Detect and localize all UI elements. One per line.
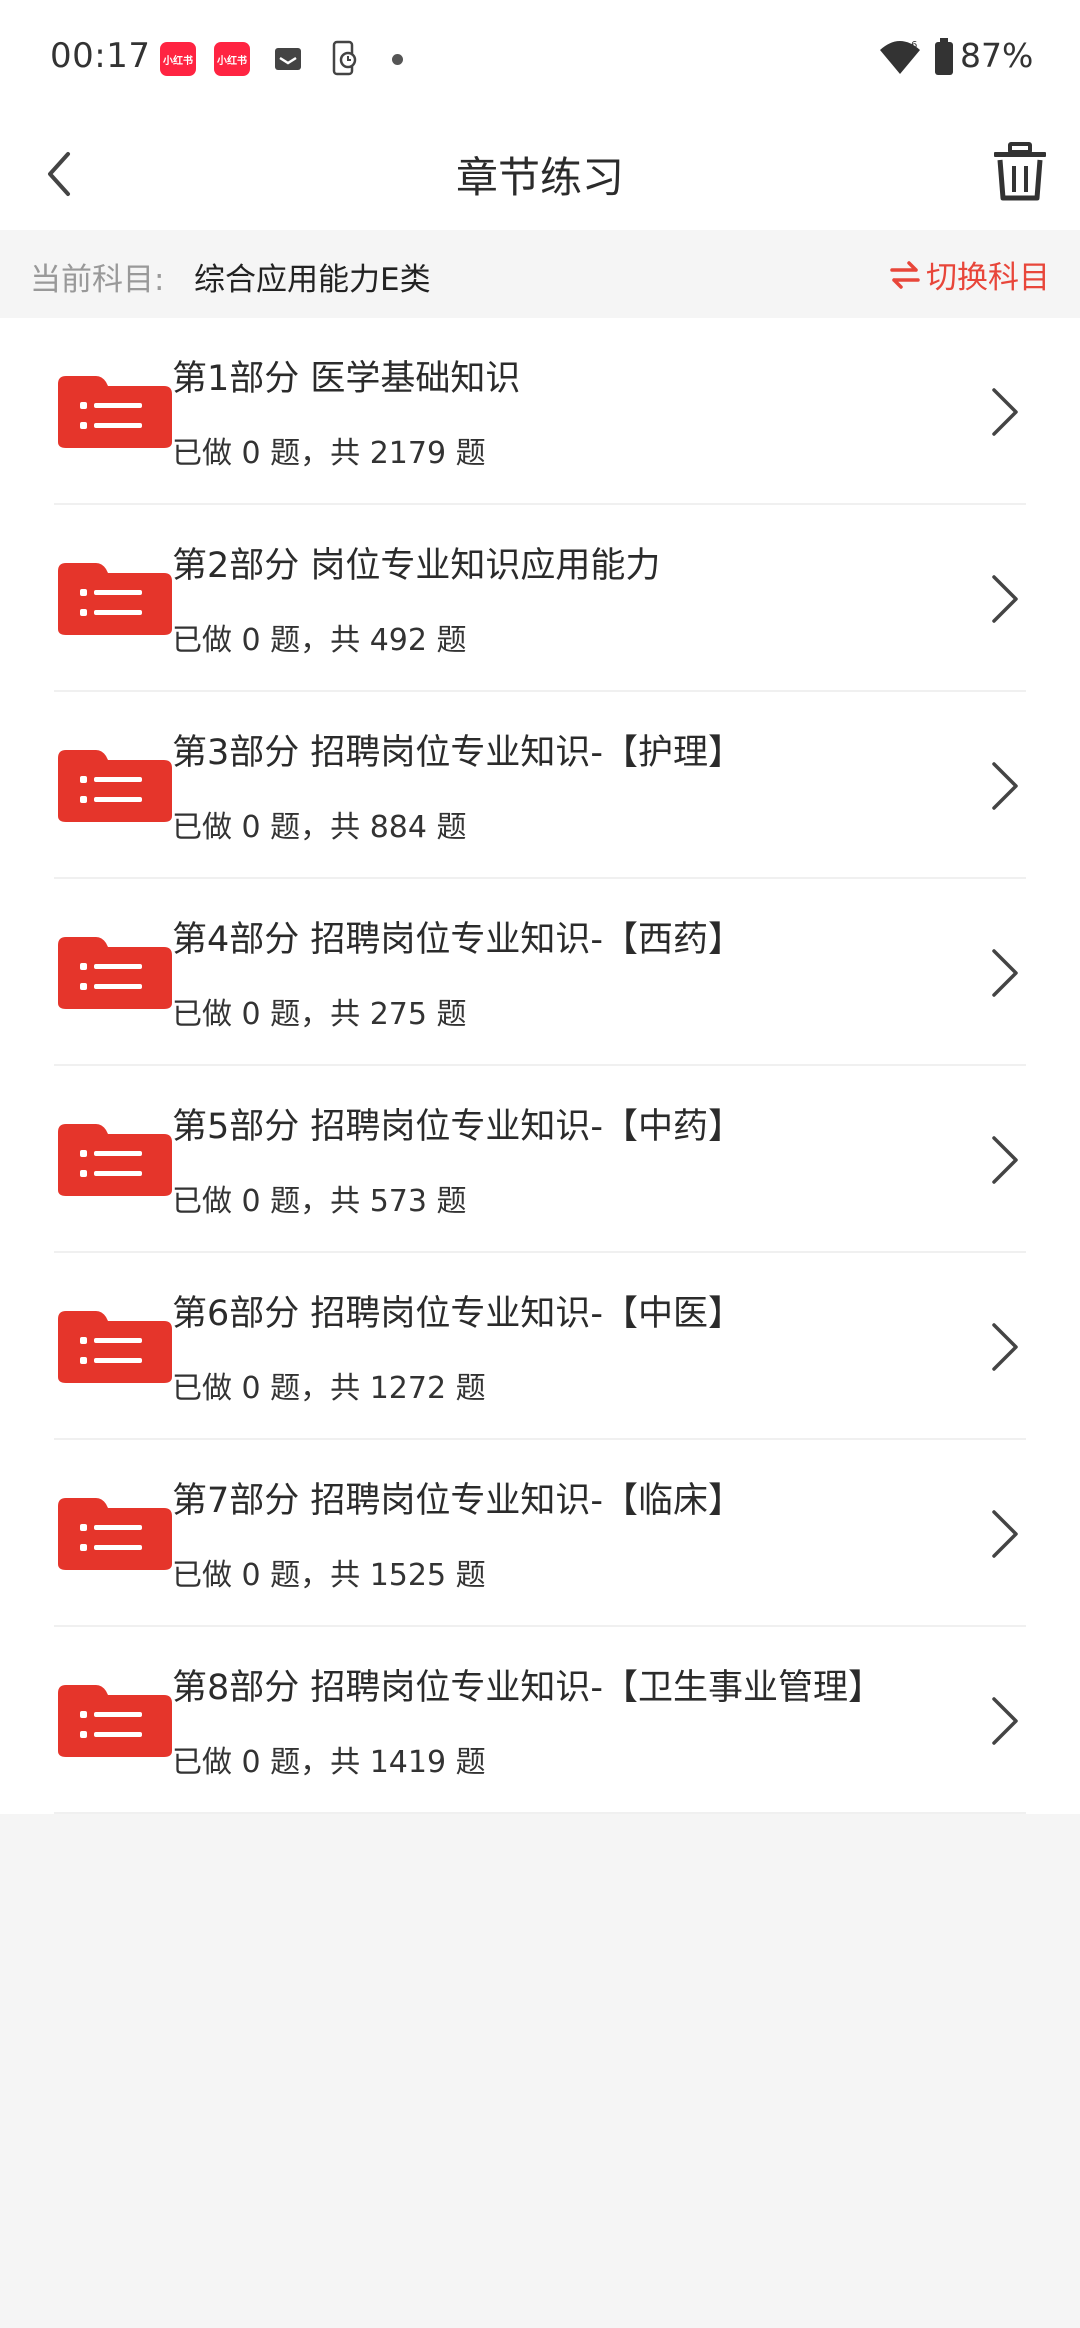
chapter-title: 第6部分 招聘岗位专业知识-【中医】 (172, 1294, 744, 1334)
chapter-row[interactable]: 第1部分 医学基础知识 已做 0 题，共 2179 题 (0, 318, 1080, 505)
subject-label: 当前科目: (30, 262, 165, 298)
chapter-row[interactable]: 第5部分 招聘岗位专业知识-【中药】 已做 0 题，共 573 题 (0, 1066, 1080, 1253)
chapter-progress: 已做 0 题，共 884 题 (172, 810, 467, 845)
subject-bar: 当前科目: 综合应用能力E类 切换科目 (0, 230, 1080, 318)
chapter-row[interactable]: 第4部分 招聘岗位专业知识-【西药】 已做 0 题，共 275 题 (0, 879, 1080, 1066)
chevron-right-icon (992, 949, 1018, 997)
folder-list-icon (58, 1124, 172, 1196)
switch-subject-button[interactable]: 切换科目 (890, 252, 1050, 297)
chapter-row[interactable]: 第6部分 招聘岗位专业知识-【中医】 已做 0 题，共 1272 题 (0, 1253, 1080, 1440)
chapter-title: 第5部分 招聘岗位专业知识-【中药】 (172, 1107, 744, 1147)
chevron-right-icon (992, 575, 1018, 623)
chevron-right-icon (992, 388, 1018, 436)
chapter-row[interactable]: 第8部分 招聘岗位专业知识-【卫生事业管理】 已做 0 题，共 1419 题 (0, 1627, 1080, 1814)
page-title: 章节练习 (455, 153, 624, 202)
battery-percentage: 87% (960, 36, 1034, 75)
chapter-progress: 已做 0 题，共 1272 题 (172, 1371, 486, 1406)
folder-list-icon (58, 376, 172, 448)
chevron-right-icon (992, 762, 1018, 810)
xiaohongshu-notification-icon: 小红书 (160, 42, 196, 76)
battery-icon (935, 38, 953, 75)
chapter-row[interactable]: 第2部分 岗位专业知识应用能力 已做 0 题，共 492 题 (0, 505, 1080, 692)
chapter-list: 第1部分 医学基础知识 已做 0 题，共 2179 题 第2部分 岗位专业知识应… (0, 318, 1080, 1814)
chevron-right-icon (992, 1323, 1018, 1371)
switch-subject-label: 切换科目 (926, 260, 1050, 296)
chapter-row[interactable]: 第3部分 招聘岗位专业知识-【护理】 已做 0 题，共 884 题 (0, 692, 1080, 879)
folder-list-icon (58, 1311, 172, 1383)
more-notifications-dot (392, 54, 403, 65)
chapter-title: 第1部分 医学基础知识 (172, 359, 521, 399)
folder-list-icon (58, 1498, 172, 1570)
folder-list-icon (58, 750, 172, 822)
chapter-progress: 已做 0 题，共 1419 题 (172, 1745, 486, 1780)
subject-value: 综合应用能力E类 (194, 262, 431, 298)
chapter-title: 第7部分 招聘岗位专业知识-【临床】 (172, 1481, 744, 1521)
chapter-title: 第2部分 岗位专业知识应用能力 (172, 546, 661, 586)
chapter-title: 第3部分 招聘岗位专业知识-【护理】 (172, 733, 744, 773)
row-divider (54, 1812, 1026, 1814)
chapter-progress: 已做 0 题，共 275 题 (172, 997, 467, 1032)
folder-list-icon (58, 563, 172, 635)
chapter-progress: 已做 0 题，共 2179 题 (172, 436, 486, 471)
trash-icon[interactable] (990, 140, 1050, 202)
chapter-progress: 已做 0 题，共 573 题 (172, 1184, 467, 1219)
wifi-icon: 6 (880, 40, 920, 74)
chapter-progress: 已做 0 题，共 492 题 (172, 623, 467, 658)
svg-text:6: 6 (911, 40, 917, 51)
status-bar: 00:17 小红书 小红书 6 87% (0, 0, 1080, 118)
folder-list-icon (58, 1685, 172, 1757)
chevron-right-icon (992, 1136, 1018, 1184)
chevron-right-icon (992, 1697, 1018, 1745)
chapter-title: 第4部分 招聘岗位专业知识-【西药】 (172, 920, 744, 960)
status-time: 00:17 (50, 36, 151, 76)
mail-icon (275, 48, 301, 70)
chapter-progress: 已做 0 题，共 1525 题 (172, 1558, 486, 1593)
chapter-title: 第8部分 招聘岗位专业知识-【卫生事业管理】 (172, 1668, 884, 1708)
phone-sync-icon (332, 40, 357, 76)
swap-arrows-icon (890, 260, 920, 289)
chevron-right-icon (992, 1510, 1018, 1558)
folder-list-icon (58, 937, 172, 1009)
navigation-bar: 章节练习 (0, 118, 1080, 230)
chapter-row[interactable]: 第7部分 招聘岗位专业知识-【临床】 已做 0 题，共 1525 题 (0, 1440, 1080, 1627)
xiaohongshu-notification-icon: 小红书 (214, 42, 250, 76)
